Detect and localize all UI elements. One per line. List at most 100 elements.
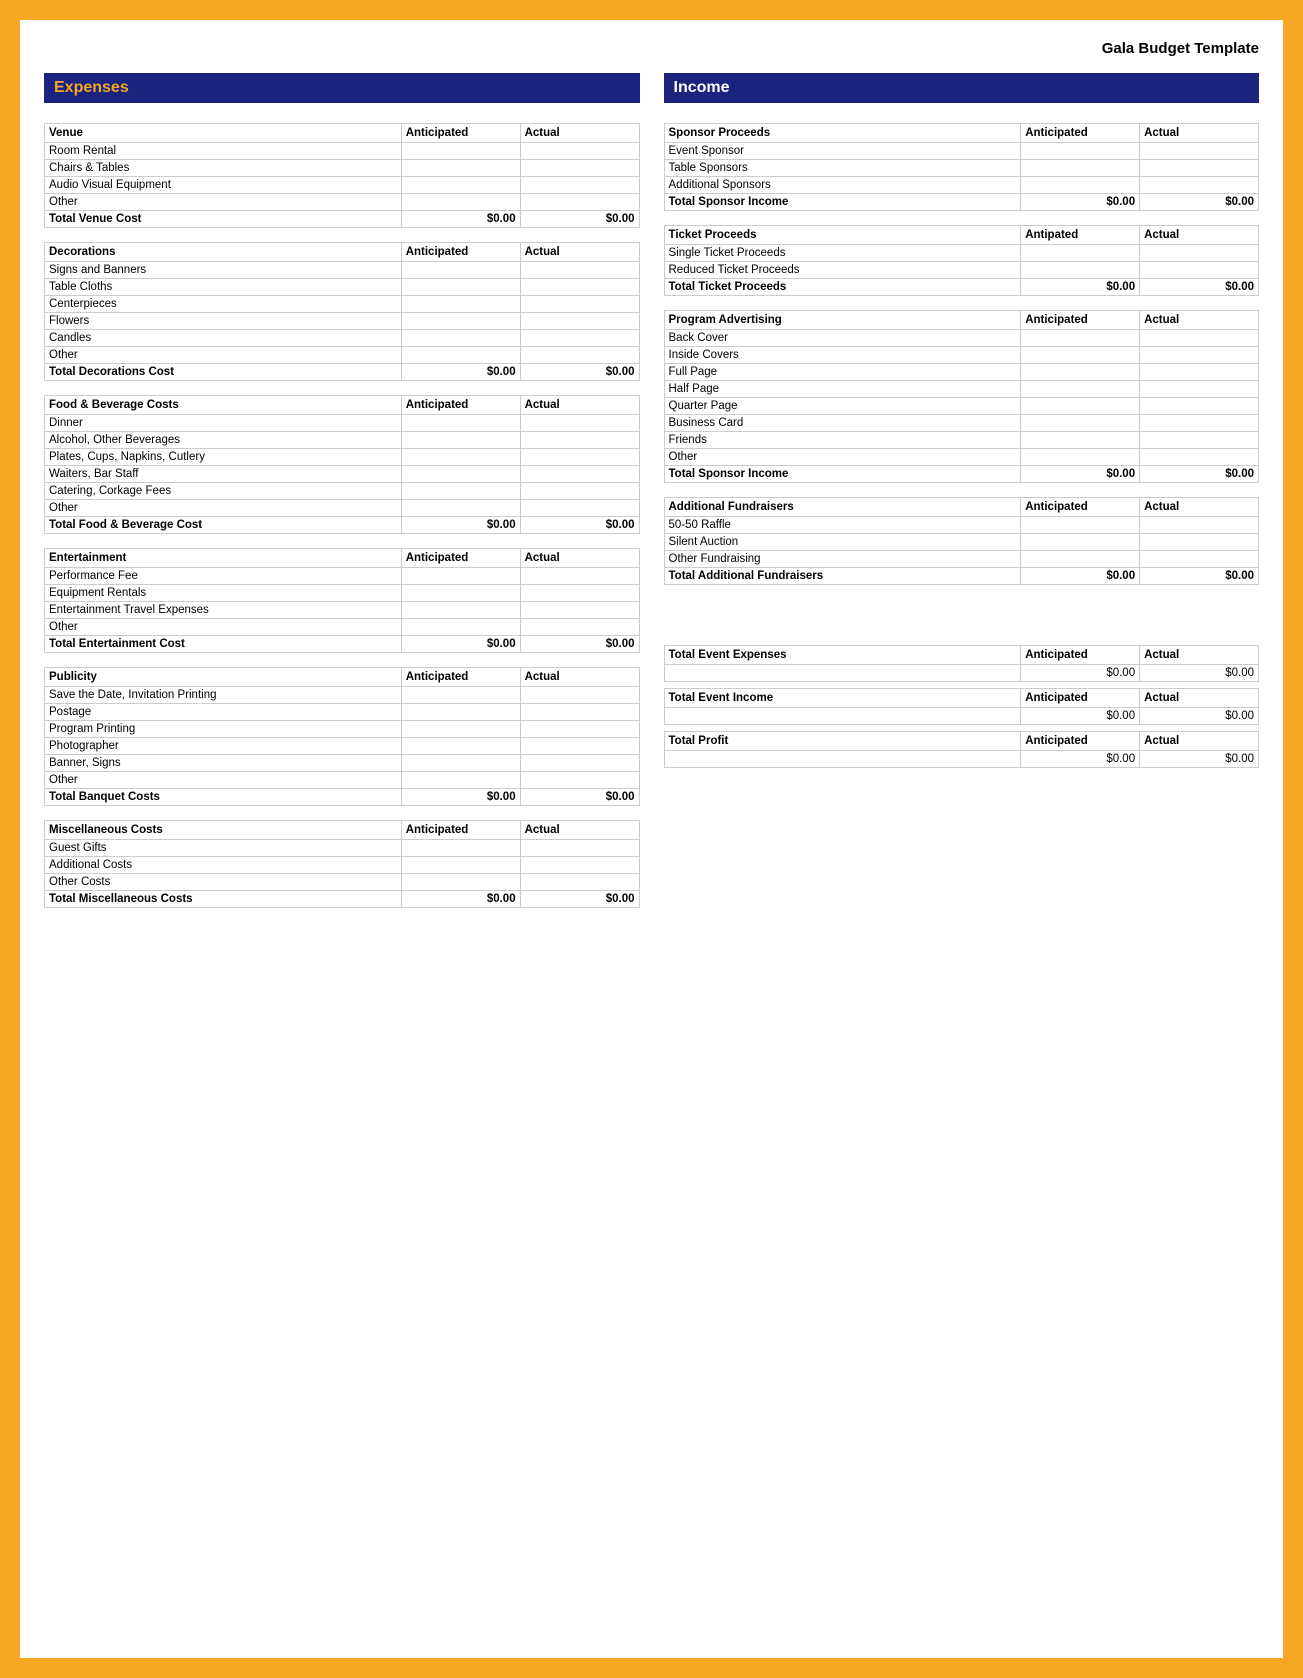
row-actual — [520, 279, 639, 296]
row-label: Business Card — [664, 415, 1021, 432]
row-anticipated — [401, 313, 520, 330]
row-anticipated — [1021, 534, 1140, 551]
row-actual — [520, 721, 639, 738]
fundraisers-label: Additional Fundraisers — [664, 498, 1021, 517]
row-actual — [1140, 534, 1259, 551]
table-row: Table Cloths — [45, 279, 640, 296]
table-row: Centerpieces — [45, 296, 640, 313]
row-label: Full Page — [664, 364, 1021, 381]
row-label: Plates, Cups, Napkins, Cutlery — [45, 449, 402, 466]
table-row: Banner, Signs — [45, 755, 640, 772]
table-row: Inside Covers — [664, 347, 1259, 364]
page-title: Gala Budget Template — [44, 40, 1259, 57]
program-advertising-total-label: Total Sponsor Income — [664, 466, 1021, 483]
row-label: Audio Visual Equipment — [45, 177, 402, 194]
total-profit-actual-val: $0.00 — [1140, 751, 1259, 768]
row-label: Photographer — [45, 738, 402, 755]
row-label: Additional Costs — [45, 857, 402, 874]
program-advertising-total-actual: $0.00 — [1140, 466, 1259, 483]
row-label: Equipment Rentals — [45, 585, 402, 602]
row-actual — [520, 313, 639, 330]
miscellaneous-total-actual: $0.00 — [520, 891, 639, 908]
table-row: Back Cover — [664, 330, 1259, 347]
decorations-total-anticipated: $0.00 — [401, 364, 520, 381]
decorations-total-actual: $0.00 — [520, 364, 639, 381]
row-label: Single Ticket Proceeds — [664, 245, 1021, 262]
row-label: Centerpieces — [45, 296, 402, 313]
sponsor-total-anticipated: $0.00 — [1021, 194, 1140, 211]
row-label: Alcohol, Other Beverages — [45, 432, 402, 449]
program-advertising-anticipated-header: Anticipated — [1021, 311, 1140, 330]
table-row: Single Ticket Proceeds — [664, 245, 1259, 262]
table-row: Silent Auction — [664, 534, 1259, 551]
row-actual — [520, 585, 639, 602]
table-row: Business Card — [664, 415, 1259, 432]
table-row: Table Sponsors — [664, 160, 1259, 177]
table-row: Flowers — [45, 313, 640, 330]
row-label: Quarter Page — [664, 398, 1021, 415]
expenses-header: Expenses — [44, 73, 640, 103]
row-label: Banner, Signs — [45, 755, 402, 772]
total-event-income-anticipated-header: Anticipated — [1021, 689, 1140, 708]
row-actual — [520, 347, 639, 364]
program-advertising-label: Program Advertising — [664, 311, 1021, 330]
entertainment-total-actual: $0.00 — [520, 636, 639, 653]
publicity-table: Publicity Anticipated Actual Save the Da… — [44, 667, 640, 806]
miscellaneous-total-label: Total Miscellaneous Costs — [45, 891, 402, 908]
table-row: Performance Fee — [45, 568, 640, 585]
decorations-table: Decorations Anticipated Actual Signs and… — [44, 242, 640, 381]
row-actual — [1140, 262, 1259, 279]
table-row: Plates, Cups, Napkins, Cutlery — [45, 449, 640, 466]
row-label: Candles — [45, 330, 402, 347]
table-row: Signs and Banners — [45, 262, 640, 279]
summary-block: Total Event Expenses Anticipated Actual … — [664, 645, 1260, 768]
total-event-expenses-label: Total Event Expenses — [664, 646, 1021, 665]
ticket-total-actual: $0.00 — [1140, 279, 1259, 296]
row-actual — [1140, 398, 1259, 415]
program-advertising-table: Program Advertising Anticipated Actual B… — [664, 310, 1260, 483]
row-anticipated — [1021, 398, 1140, 415]
publicity-total-actual: $0.00 — [520, 789, 639, 806]
publicity-anticipated-header: Anticipated — [401, 668, 520, 687]
table-row: Program Printing — [45, 721, 640, 738]
row-label: Other Fundraising — [664, 551, 1021, 568]
row-anticipated — [401, 738, 520, 755]
row-actual — [1140, 381, 1259, 398]
row-label: Guest Gifts — [45, 840, 402, 857]
row-anticipated — [1021, 415, 1140, 432]
ticket-total-row: Total Ticket Proceeds $0.00 $0.00 — [664, 279, 1259, 296]
row-actual — [520, 466, 639, 483]
row-label: Waiters, Bar Staff — [45, 466, 402, 483]
sponsor-label: Sponsor Proceeds — [664, 124, 1021, 143]
venue-actual-header: Actual — [520, 124, 639, 143]
venue-total-row: Total Venue Cost $0.00 $0.00 — [45, 211, 640, 228]
entertainment-actual-header: Actual — [520, 549, 639, 568]
food-beverage-total-label: Total Food & Beverage Cost — [45, 517, 402, 534]
row-actual — [520, 432, 639, 449]
entertainment-total-anticipated: $0.00 — [401, 636, 520, 653]
sponsor-total-actual: $0.00 — [1140, 194, 1259, 211]
table-row: Other — [45, 347, 640, 364]
row-actual — [520, 687, 639, 704]
total-event-expenses-actual-header: Actual — [1140, 646, 1259, 665]
row-anticipated — [401, 415, 520, 432]
row-label: Performance Fee — [45, 568, 402, 585]
table-row: Alcohol, Other Beverages — [45, 432, 640, 449]
row-label: Additional Sponsors — [664, 177, 1021, 194]
row-actual — [520, 143, 639, 160]
food-beverage-total-anticipated: $0.00 — [401, 517, 520, 534]
row-actual — [520, 704, 639, 721]
sponsor-actual-header: Actual — [1140, 124, 1259, 143]
fundraisers-total-row: Total Additional Fundraisers $0.00 $0.00 — [664, 568, 1259, 585]
row-label: Entertainment Travel Expenses — [45, 602, 402, 619]
table-row: Equipment Rentals — [45, 585, 640, 602]
row-actual — [520, 738, 639, 755]
row-actual — [520, 500, 639, 517]
row-anticipated — [401, 857, 520, 874]
entertainment-total-row: Total Entertainment Cost $0.00 $0.00 — [45, 636, 640, 653]
total-event-income-anticipated-val: $0.00 — [1021, 708, 1140, 725]
publicity-actual-header: Actual — [520, 668, 639, 687]
row-actual — [520, 177, 639, 194]
food-beverage-anticipated-header: Anticipated — [401, 396, 520, 415]
row-anticipated — [401, 687, 520, 704]
